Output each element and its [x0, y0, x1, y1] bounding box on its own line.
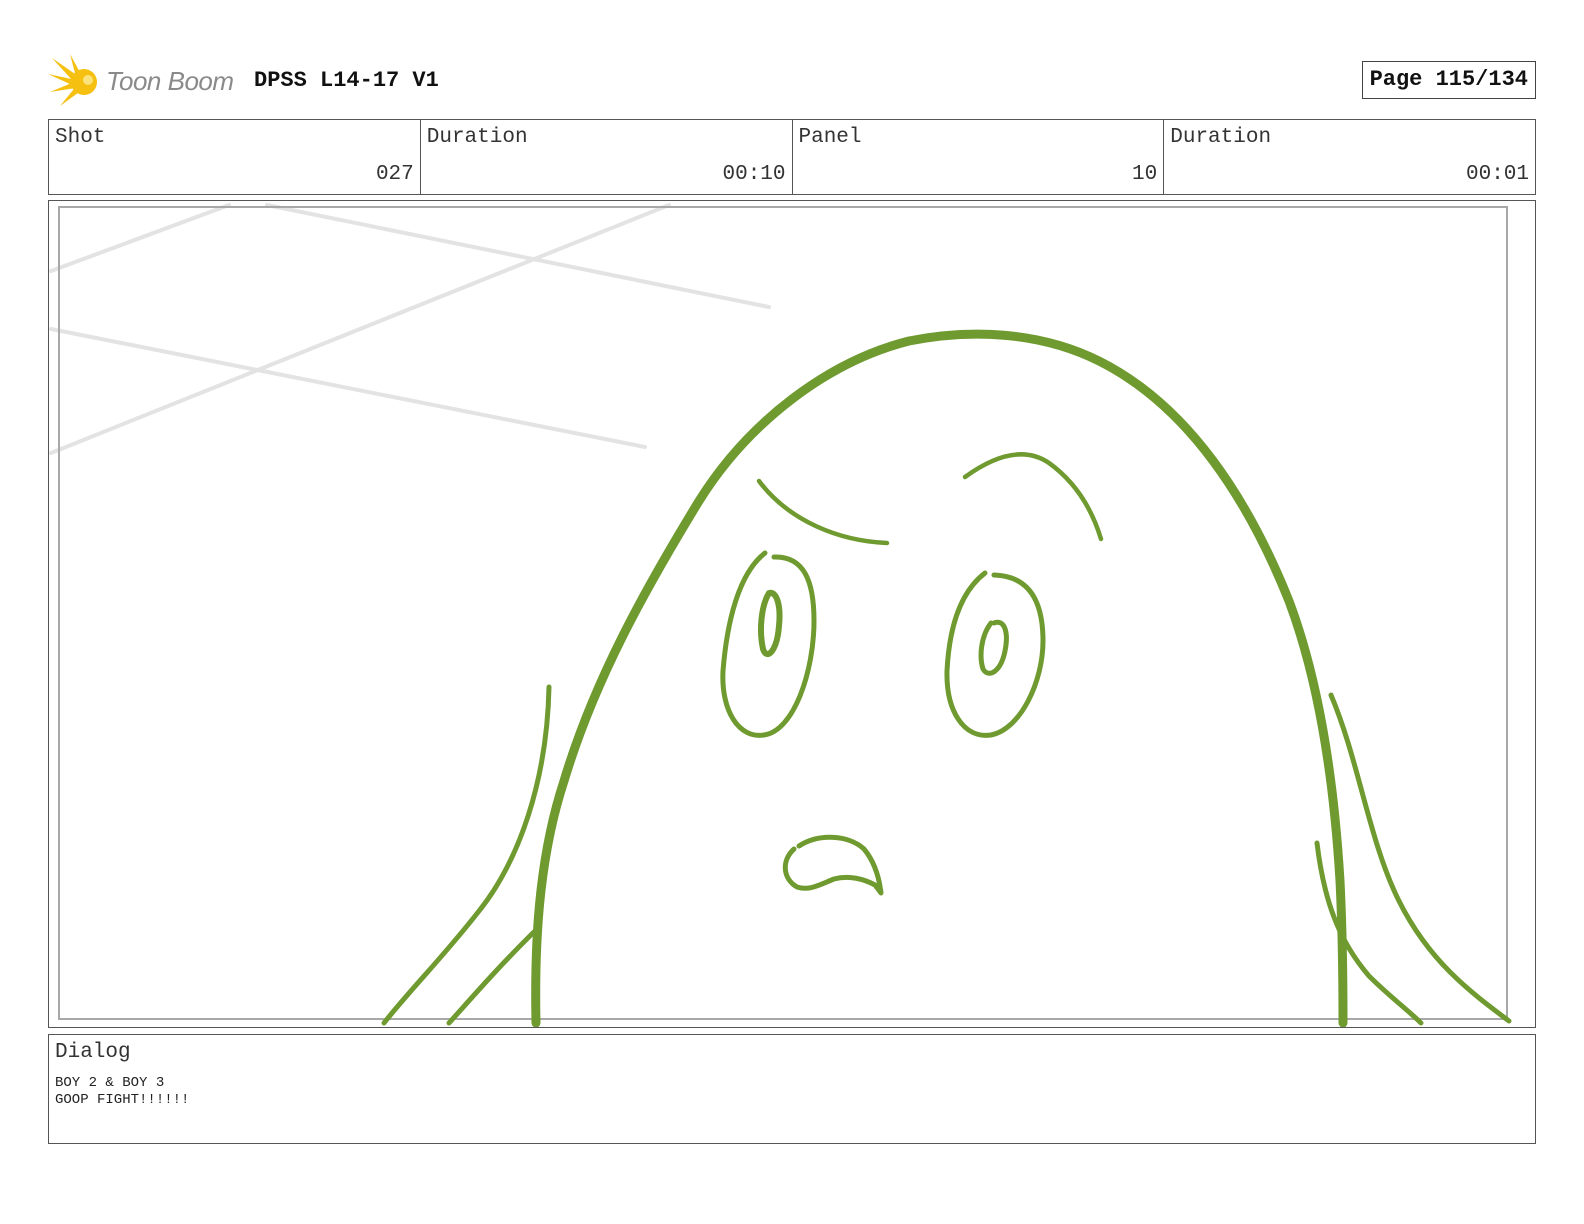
- mouth: [782, 834, 884, 896]
- left-eye: [720, 550, 817, 738]
- shot-value: 027: [375, 163, 414, 186]
- project-title: DPSS L14-17 V1: [254, 68, 439, 93]
- shot-info-bar: Shot 027 Duration 00:10 Panel 10 Duratio…: [48, 119, 1536, 195]
- shot-label: Shot: [55, 126, 106, 149]
- toon-boom-logo: Toon Boom: [48, 52, 248, 110]
- shot-duration-label: Duration: [426, 126, 528, 149]
- shot-cell: Shot 027: [49, 120, 421, 194]
- panel-duration-cell: Duration 00:01: [1164, 120, 1535, 194]
- character-sketch: [381, 329, 1512, 1027]
- hair-left-outer: [381, 684, 552, 1026]
- left-pupil: [758, 589, 783, 657]
- storyboard-header: Toon Boom DPSS L14-17 V1 Page 115/134: [48, 52, 1536, 110]
- shot-duration-value: 00:10: [722, 163, 786, 186]
- right-pupil: [978, 619, 1009, 676]
- shot-duration-cell: Duration 00:10: [421, 120, 793, 194]
- background-lines: [49, 203, 771, 455]
- panel-duration-label: Duration: [1170, 126, 1272, 149]
- panel-cell: Panel 10: [793, 120, 1165, 194]
- panel-label: Panel: [798, 126, 862, 149]
- hair-right-inner: [1314, 840, 1424, 1026]
- panel-value: 10: [1132, 163, 1158, 186]
- dialog-line-2: GOOP FIGHT!!!!!!: [55, 1092, 190, 1108]
- storyboard-panel: [48, 200, 1536, 1028]
- panel-sketch: [49, 203, 1512, 1027]
- panel-duration-value: 00:01: [1465, 163, 1529, 186]
- left-eyebrow: [756, 478, 890, 546]
- logo-text: Toon Boom: [106, 66, 234, 96]
- hair-right-outer: [1328, 692, 1512, 1024]
- dialog-line-1: BOY 2 & BOY 3: [55, 1075, 165, 1091]
- hair-left-inner: [446, 926, 540, 1026]
- dialog-box: Dialog BOY 2 & BOY 3 GOOP FIGHT!!!!!!: [48, 1034, 1536, 1144]
- starburst-icon: [48, 54, 97, 106]
- right-eyebrow: [962, 452, 1104, 542]
- page-number-badge: Page 115/134: [1361, 61, 1536, 99]
- dialog-label: Dialog: [55, 1041, 131, 1064]
- head-outline: [531, 329, 1348, 1027]
- dialog-text: BOY 2 & BOY 3 GOOP FIGHT!!!!!!: [55, 1075, 189, 1109]
- right-eye: [944, 570, 1046, 738]
